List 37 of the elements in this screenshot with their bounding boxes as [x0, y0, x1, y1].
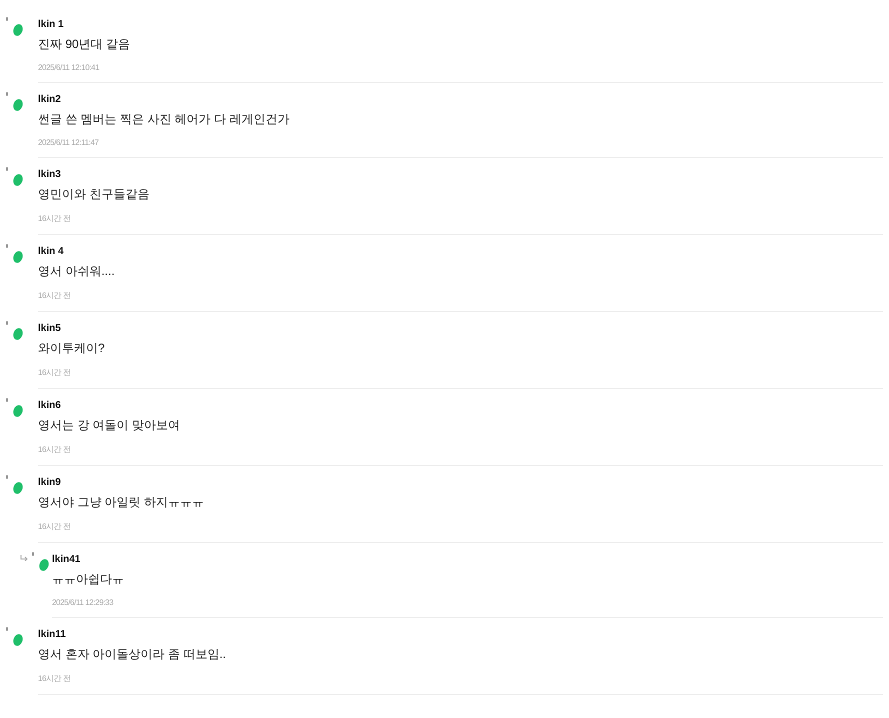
- author-name: lkin5: [38, 323, 62, 334]
- avatar-icon: [12, 98, 24, 112]
- comment-text: 진짜 90년대 같음: [38, 36, 132, 53]
- avatar-icon: [12, 173, 24, 187]
- comment-time: 16시간 전: [38, 367, 72, 378]
- comment-text: 영서 혼자 아이돌상이라 좀 떠보임..: [38, 646, 228, 663]
- avatar-icon: [12, 633, 24, 647]
- author-name: lkin41: [52, 554, 82, 565]
- comment-time: 2025/6/11 12:10:41: [38, 63, 100, 72]
- comment-text: 영민이와 친구들같음: [38, 186, 150, 203]
- comment-text: 영서야 그냥 아일릿 하지ㅠㅠㅠ: [38, 494, 206, 511]
- comment-text: ㅠㅠ아쉽다ㅠ: [52, 571, 125, 588]
- reply-arrow-icon: [20, 555, 28, 561]
- comment-text: 썬글 쓴 멤버는 찍은 사진 헤어가 다 레게인건가: [38, 111, 290, 128]
- comment-time: 16시간 전: [38, 290, 72, 301]
- comment-time: 16시간 전: [38, 521, 72, 532]
- avatar-icon: [38, 558, 50, 572]
- comment-time: 2025/6/11 12:11:47: [38, 138, 100, 147]
- avatar-icon: [12, 250, 24, 264]
- author-name: lkin 1: [38, 19, 65, 30]
- avatar-icon: [12, 481, 24, 495]
- author-name: lkin11: [38, 629, 67, 640]
- comment-text: 영서 아쉬워....: [38, 263, 116, 280]
- comment-time: 2025/6/11 12:29:33: [52, 598, 114, 607]
- comment-time: 16시간 전: [38, 444, 72, 455]
- author-name: lkin6: [38, 400, 62, 411]
- comment-text: 영서는 강 여돌이 맞아보여: [38, 417, 182, 434]
- comment-time: 16시간 전: [38, 673, 72, 684]
- avatar-icon: [12, 404, 24, 418]
- comment-text: 와이투케이?: [38, 340, 106, 357]
- comment-time: 16시간 전: [38, 213, 72, 224]
- author-name: lkin 4: [38, 246, 65, 257]
- author-name: lkin2: [38, 94, 62, 105]
- author-name: lkin9: [38, 477, 62, 488]
- author-name: lkin3: [38, 169, 62, 180]
- avatar-icon: [12, 23, 24, 37]
- avatar-icon: [12, 327, 24, 341]
